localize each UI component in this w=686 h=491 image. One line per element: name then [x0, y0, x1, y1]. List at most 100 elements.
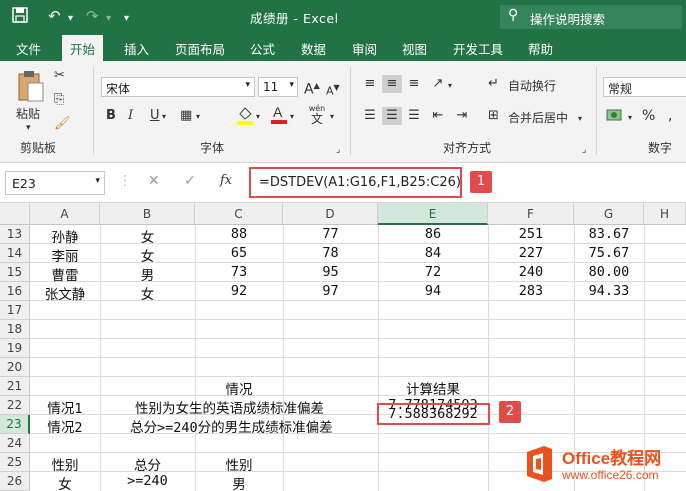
- font-dialog-launcher-icon[interactable]: ⌟: [336, 141, 340, 159]
- drag-handle-icon[interactable]: ⋮: [118, 173, 132, 189]
- cell-d15[interactable]: 95: [283, 264, 378, 280]
- chevron-down-icon[interactable]: ▾: [290, 108, 294, 126]
- format-painter-icon[interactable]: 🖌: [54, 115, 71, 133]
- col-header-f[interactable]: F: [488, 203, 574, 225]
- tell-me-search[interactable]: ⚲ 操作说明搜索: [500, 5, 682, 29]
- cell-e16[interactable]: 94: [378, 283, 488, 299]
- cell-e21[interactable]: 计算结果: [378, 378, 488, 398]
- orientation-icon[interactable]: ↗: [428, 75, 448, 93]
- tab-formulas[interactable]: 公式: [250, 39, 275, 58]
- wrap-text-icon[interactable]: ↵: [488, 75, 499, 93]
- cell-g14[interactable]: 75.67: [574, 245, 644, 261]
- tab-developer[interactable]: 开发工具: [453, 39, 503, 58]
- cell-e13[interactable]: 86: [378, 226, 488, 242]
- decrease-indent-icon[interactable]: ⇤: [428, 107, 448, 125]
- cell-b14[interactable]: 女: [100, 245, 195, 265]
- row-header-16[interactable]: 16: [0, 282, 30, 301]
- cell-f13[interactable]: 251: [488, 226, 574, 242]
- align-right-icon[interactable]: ☰: [404, 107, 424, 125]
- tab-page-layout[interactable]: 页面布局: [175, 39, 225, 58]
- redo-icon[interactable]: ↷: [86, 7, 99, 25]
- cancel-icon[interactable]: ✕: [148, 173, 160, 189]
- col-header-c[interactable]: C: [195, 203, 283, 225]
- font-name-select[interactable]: 宋体 ▾: [101, 77, 255, 97]
- enter-icon[interactable]: ✓: [184, 173, 196, 189]
- col-header-h[interactable]: H: [644, 203, 686, 225]
- cell-d16[interactable]: 97: [283, 283, 378, 299]
- row-header-19[interactable]: 19: [0, 339, 30, 358]
- row-header-23[interactable]: 23: [0, 415, 30, 434]
- cell-c15[interactable]: 73: [195, 264, 283, 280]
- increase-indent-icon[interactable]: ⇥: [452, 107, 472, 125]
- align-middle-icon[interactable]: ≡: [382, 75, 402, 93]
- cell-e14[interactable]: 84: [378, 245, 488, 261]
- wrap-text-button[interactable]: 自动换行: [508, 77, 556, 95]
- row-header-15[interactable]: 15: [0, 263, 30, 282]
- bold-icon[interactable]: B: [106, 107, 116, 125]
- tab-file[interactable]: 文件: [16, 39, 41, 58]
- cell-a14[interactable]: 李丽: [30, 245, 100, 265]
- underline-icon[interactable]: U: [150, 107, 160, 125]
- cell-g15[interactable]: 80.00: [574, 264, 644, 280]
- col-header-e[interactable]: E: [378, 203, 488, 225]
- cell-b22[interactable]: 性别为女生的英语成绩标准偏差: [135, 397, 324, 417]
- cell-b16[interactable]: 女: [100, 283, 195, 303]
- tab-data[interactable]: 数据: [301, 39, 326, 58]
- undo-icon[interactable]: ↶: [48, 7, 61, 25]
- save-icon[interactable]: [12, 7, 28, 27]
- merge-center-button[interactable]: 合并后居中: [508, 109, 568, 127]
- cell-a26[interactable]: 女: [30, 473, 100, 491]
- number-format-select[interactable]: 常规: [603, 77, 686, 97]
- cell-e15[interactable]: 72: [378, 264, 488, 280]
- cell-b23[interactable]: 总分>=240分的男生成绩标准偏差: [130, 416, 333, 436]
- cell-f15[interactable]: 240: [488, 264, 574, 280]
- tab-home[interactable]: 开始: [62, 35, 104, 61]
- col-header-g[interactable]: G: [574, 203, 644, 225]
- accounting-format-icon[interactable]: [606, 107, 624, 129]
- cell-c21[interactable]: 情况: [195, 378, 283, 398]
- row-header-20[interactable]: 20: [0, 358, 30, 377]
- cell-c14[interactable]: 65: [195, 245, 283, 261]
- align-left-icon[interactable]: ☰: [360, 107, 380, 125]
- row-header-14[interactable]: 14: [0, 244, 30, 263]
- align-center-icon[interactable]: ☰: [382, 107, 402, 125]
- decrease-font-icon[interactable]: A▼: [326, 79, 340, 101]
- align-bottom-icon[interactable]: ≡: [404, 75, 424, 93]
- customize-qat-icon[interactable]: ▾: [124, 10, 129, 28]
- increase-font-icon[interactable]: A▲: [304, 77, 320, 99]
- col-header-a[interactable]: A: [30, 203, 100, 225]
- cell-a22[interactable]: 情况1: [30, 397, 100, 417]
- row-header-25[interactable]: 25: [0, 453, 30, 472]
- alignment-dialog-launcher-icon[interactable]: ⌟: [582, 141, 586, 159]
- insert-function-icon[interactable]: fx: [220, 173, 232, 188]
- cell-g13[interactable]: 83.67: [574, 226, 644, 242]
- comma-style-icon[interactable]: ,: [668, 107, 672, 125]
- row-header-26[interactable]: 26: [0, 472, 30, 491]
- tab-view[interactable]: 视图: [402, 39, 427, 58]
- cell-d14[interactable]: 78: [283, 245, 378, 261]
- chevron-down-icon[interactable]: ▾: [330, 108, 334, 126]
- tab-review[interactable]: 审阅: [352, 39, 377, 58]
- font-size-select[interactable]: 11 ▾: [258, 77, 298, 97]
- cell-f14[interactable]: 227: [488, 245, 574, 261]
- row-header-24[interactable]: 24: [0, 434, 30, 453]
- cell-c26[interactable]: 男: [195, 473, 283, 491]
- row-header-18[interactable]: 18: [0, 320, 30, 339]
- align-top-icon[interactable]: ≡: [360, 75, 380, 93]
- formula-input[interactable]: =DSTDEV(A1:G16,F1,B25:C26): [249, 167, 462, 198]
- cell-a13[interactable]: 孙静: [30, 226, 100, 246]
- cell-a15[interactable]: 曹雷: [30, 264, 100, 284]
- tab-insert[interactable]: 插入: [124, 39, 149, 58]
- cell-b26[interactable]: >=240: [100, 473, 195, 489]
- cell-b25[interactable]: 总分: [100, 454, 195, 474]
- select-all-corner[interactable]: [0, 203, 30, 225]
- phonetic-guide-icon[interactable]: wén 文: [306, 103, 328, 125]
- fill-color-icon[interactable]: [236, 105, 254, 131]
- cell-d13[interactable]: 77: [283, 226, 378, 242]
- borders-icon[interactable]: ▦: [180, 107, 192, 125]
- cut-icon[interactable]: ✂: [54, 67, 65, 85]
- cell-c25[interactable]: 性别: [195, 454, 283, 474]
- percent-icon[interactable]: %: [642, 107, 655, 125]
- cell-a25[interactable]: 性别: [30, 454, 100, 474]
- cell-c13[interactable]: 88: [195, 226, 283, 242]
